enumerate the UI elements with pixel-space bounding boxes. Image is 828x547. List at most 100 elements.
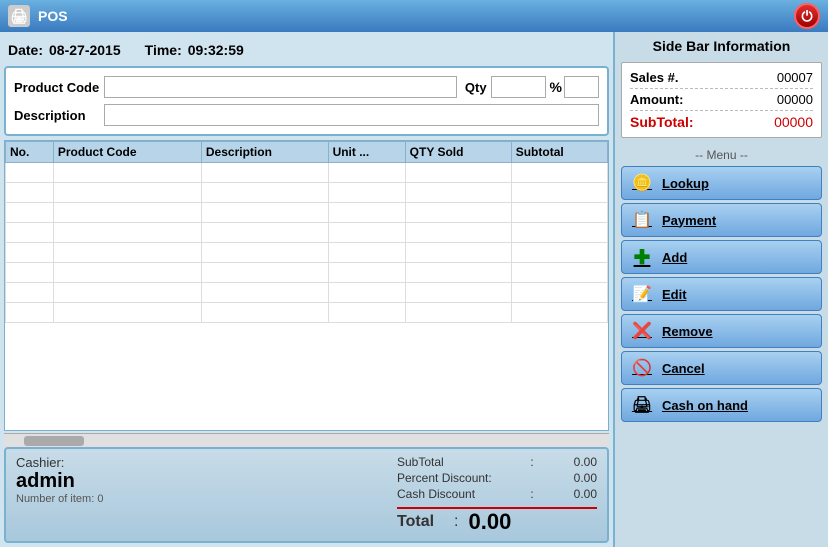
subtotal-value: 0.00 — [547, 455, 597, 469]
sales-value: 00007 — [777, 70, 813, 85]
col-subtotal: Subtotal — [511, 142, 607, 163]
table-row — [6, 203, 608, 223]
cash-discount-key: Cash Discount — [397, 487, 517, 501]
subtotal-info-row: SubTotal: 00000 — [630, 111, 813, 133]
remove-icon: ❌ — [630, 319, 654, 343]
description-row: Description — [14, 104, 599, 126]
qty-input[interactable] — [491, 76, 546, 98]
product-code-input[interactable] — [104, 76, 457, 98]
sales-label: Sales #. — [630, 70, 678, 85]
subtotal-info-label: SubTotal: — [630, 114, 694, 130]
cash-on-hand-button[interactable]: 🖨 Cash on hand — [621, 388, 822, 422]
main-container: Date: 08-27-2015 Time: 09:32:59 Product … — [0, 32, 828, 547]
percent-discount-row: Percent Discount: 0.00 — [397, 471, 597, 485]
col-qty-sold: QTY Sold — [405, 142, 511, 163]
payment-label: Payment — [662, 213, 716, 228]
scrollbar-thumb[interactable] — [24, 436, 84, 446]
cash-on-hand-icon: 🖨 — [630, 393, 654, 417]
total-colon: : — [454, 513, 458, 531]
datetime-row: Date: 08-27-2015 Time: 09:32:59 — [4, 36, 609, 64]
time-label: Time: — [145, 42, 182, 58]
date-value: 08-27-2015 — [49, 42, 121, 58]
table-row — [6, 183, 608, 203]
total-value: 0.00 — [468, 509, 511, 535]
total-label: Total — [397, 513, 434, 531]
lookup-button[interactable]: 🪙 Lookup — [621, 166, 822, 200]
product-code-label: Product Code — [14, 80, 104, 95]
cancel-icon: 🚫 — [630, 356, 654, 380]
items-label: Number of item: — [16, 493, 94, 505]
remove-label: Remove — [662, 324, 713, 339]
add-icon: ✚ — [630, 245, 654, 269]
table-header: No. Product Code Description Unit ... QT… — [6, 142, 608, 163]
table-row — [6, 283, 608, 303]
table-body — [6, 163, 608, 323]
table-row — [6, 223, 608, 243]
subtotal-info-value: 00000 — [774, 114, 813, 130]
products-table: No. Product Code Description Unit ... QT… — [5, 141, 608, 323]
col-description: Description — [201, 142, 328, 163]
sidebar-title: Side Bar Information — [621, 38, 822, 54]
add-button[interactable]: ✚ Add — [621, 240, 822, 274]
power-button[interactable]: ⏻ — [794, 3, 820, 29]
lookup-icon: 🪙 — [630, 171, 654, 195]
power-icon: ⏻ — [801, 8, 812, 25]
total-big-row: Total : 0.00 — [397, 507, 597, 535]
sidebar: Side Bar Information Sales #. 00007 Amou… — [613, 32, 828, 547]
menu-label: -- Menu -- — [621, 148, 822, 162]
table-container[interactable]: No. Product Code Description Unit ... QT… — [4, 140, 609, 431]
description-input[interactable] — [104, 104, 599, 126]
amount-row: Amount: 00000 — [630, 89, 813, 111]
cash-discount-value: 0.00 — [547, 487, 597, 501]
percent-label: % — [550, 79, 562, 95]
cancel-label: Cancel — [662, 361, 705, 376]
amount-value: 00000 — [777, 92, 813, 107]
payment-icon: 📋 — [630, 208, 654, 232]
items-count: Number of item: 0 — [16, 493, 387, 505]
subtotal-colon: : — [530, 455, 533, 469]
col-no: No. — [6, 142, 54, 163]
sidebar-info: Sales #. 00007 Amount: 00000 SubTotal: 0… — [621, 62, 822, 138]
left-panel: Date: 08-27-2015 Time: 09:32:59 Product … — [0, 32, 613, 547]
percent-input[interactable] — [564, 76, 599, 98]
cashier-section: Cashier: admin Number of item: 0 — [16, 455, 387, 535]
sales-row: Sales #. 00007 — [630, 67, 813, 89]
edit-label: Edit — [662, 287, 687, 302]
table-row — [6, 243, 608, 263]
percent-discount-key: Percent Discount: — [397, 471, 517, 485]
col-product-code: Product Code — [53, 142, 201, 163]
app-icon: 🖨 — [8, 5, 30, 27]
lookup-label: Lookup — [662, 176, 709, 191]
product-code-row: Product Code Qty % — [14, 76, 599, 98]
payment-button[interactable]: 📋 Payment — [621, 203, 822, 237]
table-header-row: No. Product Code Description Unit ... QT… — [6, 142, 608, 163]
remove-button[interactable]: ❌ Remove — [621, 314, 822, 348]
amount-label: Amount: — [630, 92, 683, 107]
col-unit: Unit ... — [328, 142, 405, 163]
add-label: Add — [662, 250, 687, 265]
status-bar: Cashier: admin Number of item: 0 SubTota… — [4, 447, 609, 543]
cancel-button[interactable]: 🚫 Cancel — [621, 351, 822, 385]
subtotal-row: SubTotal : 0.00 — [397, 455, 597, 469]
horizontal-scrollbar[interactable] — [4, 433, 609, 447]
table-row — [6, 163, 608, 183]
totals-section: SubTotal : 0.00 Percent Discount: 0.00 C… — [397, 455, 597, 535]
product-form: Product Code Qty % Description — [4, 66, 609, 136]
items-count-value: 0 — [97, 493, 103, 505]
table-row — [6, 263, 608, 283]
qty-label: Qty — [465, 80, 487, 95]
edit-icon: 📝 — [630, 282, 654, 306]
edit-button[interactable]: 📝 Edit — [621, 277, 822, 311]
date-label: Date: — [8, 42, 43, 58]
app-title: POS — [38, 8, 68, 24]
table-row — [6, 303, 608, 323]
titlebar: 🖨 POS ⏻ — [0, 0, 828, 32]
cash-on-hand-label: Cash on hand — [662, 398, 748, 413]
cashier-label: Cashier: — [16, 455, 387, 470]
percent-discount-value: 0.00 — [547, 471, 597, 485]
cash-discount-colon: : — [530, 487, 533, 501]
description-label: Description — [14, 108, 104, 123]
subtotal-key: SubTotal — [397, 455, 517, 469]
cash-discount-row: Cash Discount : 0.00 — [397, 487, 597, 501]
time-value: 09:32:59 — [188, 42, 244, 58]
